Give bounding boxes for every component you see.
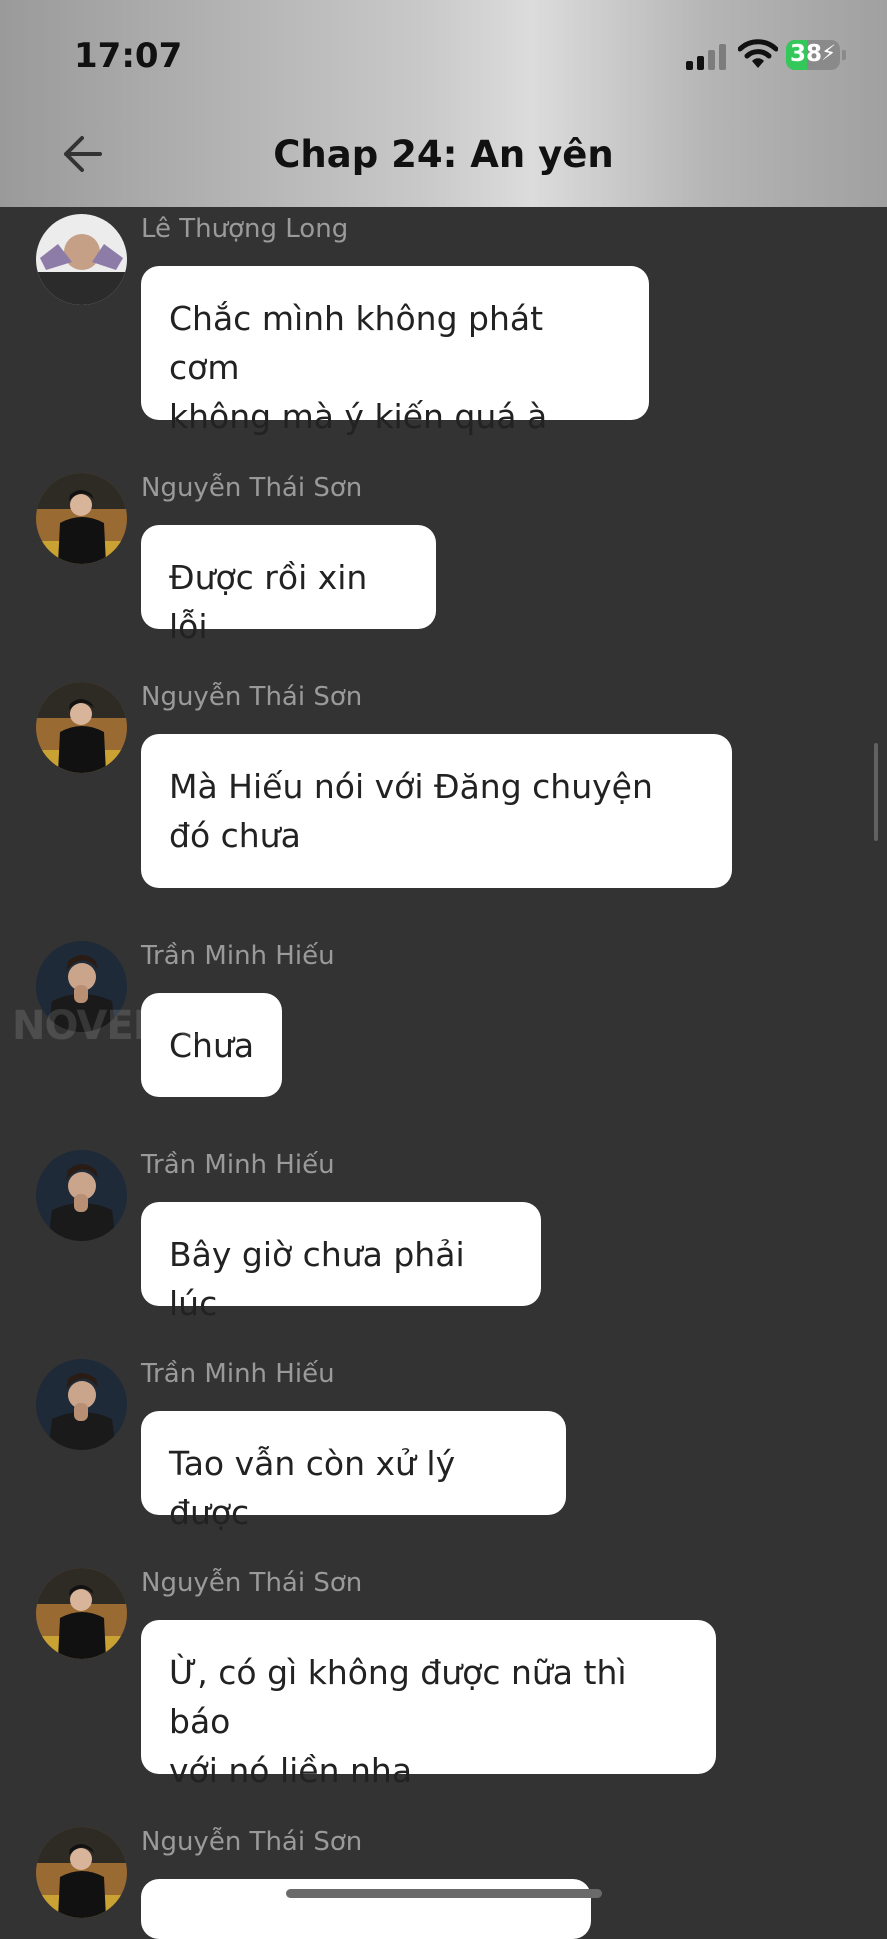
avatar[interactable]	[36, 473, 127, 564]
avatar[interactable]	[36, 1150, 127, 1241]
sender-name: Nguyễn Thái Sơn	[141, 682, 363, 712]
sender-name: Nguyễn Thái Sơn	[141, 473, 363, 503]
sender-name: Nguyễn Thái Sơn	[141, 1568, 363, 1598]
sender-name: Trần Minh Hiếu	[141, 941, 335, 971]
sender-name: Trần Minh Hiếu	[141, 1359, 335, 1389]
wifi-icon	[738, 39, 778, 68]
top-bar: 17:07 38 ⚡ Chap 24: An yên	[0, 0, 887, 207]
watermark: NOVELTOON	[12, 1003, 276, 1049]
message-bubble	[141, 1879, 591, 1939]
message-bubble: Bây giờ chưa phải lúc	[141, 1202, 541, 1323]
status-time: 17:07	[74, 36, 183, 76]
page-title: Chap 24: An yên	[273, 133, 614, 176]
avatar[interactable]	[36, 1359, 127, 1450]
avatar[interactable]	[36, 214, 127, 305]
message-bubble: Được rồi xin lỗi	[141, 525, 436, 646]
avatar[interactable]	[36, 1827, 127, 1918]
sender-name: Trần Minh Hiếu	[141, 1150, 335, 1180]
sender-name: Lê Thượng Long	[141, 214, 349, 244]
avatar[interactable]	[36, 1568, 127, 1659]
battery-cap	[842, 50, 846, 60]
battery-icon: 38 ⚡	[786, 40, 840, 70]
scrollbar[interactable]	[874, 743, 878, 841]
home-indicator[interactable]	[286, 1889, 602, 1898]
message-bubble: Tao vẫn còn xử lý được	[141, 1411, 566, 1532]
message-bubble: Ừ, có gì không được nữa thì báo với nó l…	[141, 1620, 716, 1790]
message-bubble: Chắc mình không phát cơm không mà ý kiến…	[141, 266, 649, 436]
message-bubble: Mà Hiếu nói với Đăng chuyện đó chưa	[141, 734, 732, 888]
sender-name: Nguyễn Thái Sơn	[141, 1827, 363, 1857]
avatar[interactable]	[36, 682, 127, 773]
battery-level: 38	[790, 41, 823, 67]
charging-bolt-icon: ⚡	[821, 41, 836, 65]
cellular-signal-icon	[686, 44, 728, 70]
